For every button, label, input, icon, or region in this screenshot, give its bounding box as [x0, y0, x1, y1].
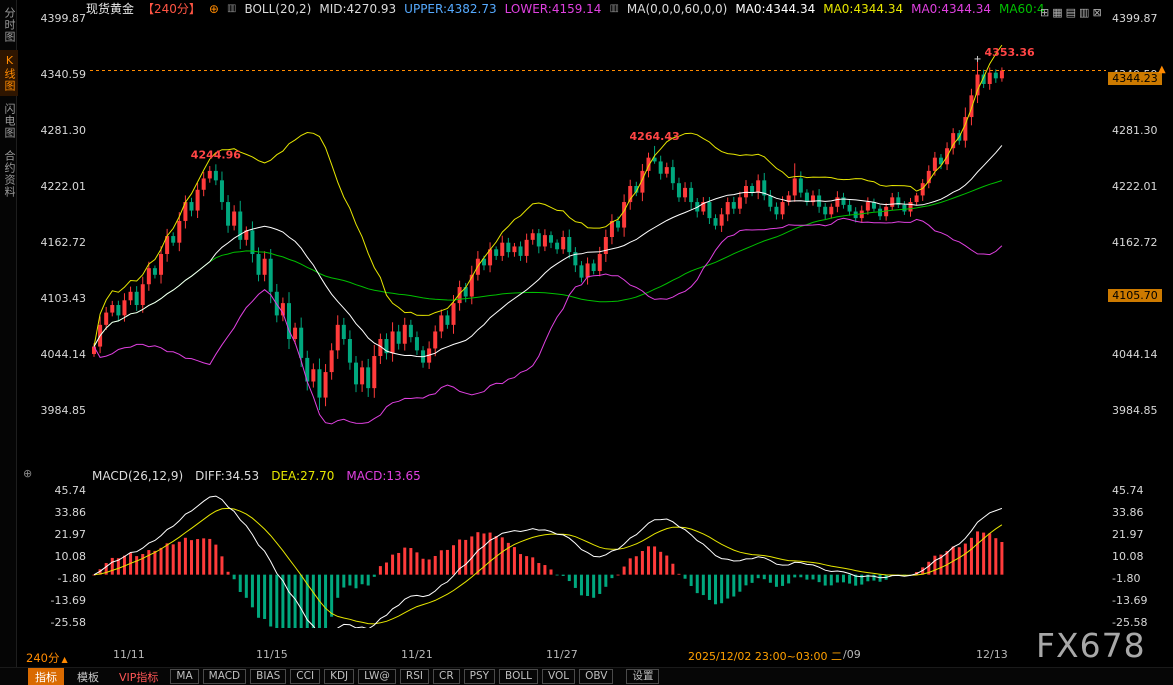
boll-upper-value: UPPER:4382.73 — [404, 2, 496, 16]
period-label: 240分 — [26, 651, 59, 665]
indicator-button-kdj[interactable]: KDJ — [324, 669, 354, 684]
x-axis-label: 2025/12/02 23:00~03:00 二 — [688, 648, 842, 664]
svg-text:3984.85: 3984.85 — [1112, 404, 1158, 417]
svg-text:4399.87: 4399.87 — [41, 12, 87, 25]
svg-text:4103.43: 4103.43 — [41, 292, 87, 305]
bottom-tab[interactable]: VIP指标 — [112, 668, 165, 685]
svg-text:4281.30: 4281.30 — [41, 124, 87, 137]
last-price-badge: 4344.23 — [1108, 72, 1162, 85]
ma-value: MA0:4344.34 — [823, 2, 903, 16]
svg-text:4222.01: 4222.01 — [1112, 180, 1158, 193]
indicator-button-ma[interactable]: MA — [170, 669, 198, 684]
svg-text:-25.58: -25.58 — [51, 616, 86, 629]
x-axis-label: /09 — [843, 648, 861, 661]
panel-toggle-icon[interactable]: ⊕ — [23, 467, 32, 480]
svg-text:4044.14: 4044.14 — [1112, 348, 1158, 361]
top-bar: 现货黄金 【240分】 ⊕ ▥ BOLL(20,2) MID:4270.93 U… — [86, 0, 1053, 17]
secondary-price-badge: 4105.70 — [1108, 289, 1162, 302]
indicator-buttons: MA MACD BIAS CCI KDJ LW@ RSI CR PSY BOLL VOL OBV — [170, 669, 613, 684]
svg-text:4281.30: 4281.30 — [1112, 124, 1158, 137]
svg-text:4264.43: 4264.43 — [630, 130, 680, 143]
x-axis-label: 11/15 — [256, 648, 288, 661]
layout-columns-icon[interactable]: ▥ — [1079, 6, 1089, 19]
period-arrow-icon: ▲ — [61, 655, 67, 664]
macd-dea-value: DEA:27.70 — [271, 469, 334, 483]
symbol-action-icon[interactable]: ⊕ — [209, 2, 219, 16]
macd-legend: MACD(26,12,9) DIFF:34.53 DEA:27.70 MACD:… — [92, 469, 421, 483]
x-axis-label: 11/11 — [113, 648, 145, 661]
symbol-name: 现货黄金 — [86, 0, 134, 17]
indicator-button-cr[interactable]: CR — [433, 669, 460, 684]
svg-text:10.08: 10.08 — [55, 550, 87, 563]
svg-text:4162.72: 4162.72 — [1112, 236, 1158, 249]
symbol-period: 【240分】 — [142, 0, 201, 17]
x-axis: 11/11 11/15 11/21 11/27 2025/12/02 23:00~03:… — [0, 648, 1173, 662]
sidebar-item-2[interactable]: 闪电图 — [0, 99, 18, 143]
sidebar-item-0[interactable]: 分时图 — [0, 3, 18, 47]
close-panel-icon[interactable]: ⊠ — [1092, 6, 1101, 19]
svg-text:4244.96: 4244.96 — [191, 148, 241, 161]
svg-text:-13.69: -13.69 — [51, 594, 86, 607]
ma-toggle-icon[interactable]: ▥ — [609, 3, 618, 14]
ma-value: MA0:4344.34 — [735, 2, 815, 16]
boll-toggle-icon[interactable]: ▥ — [227, 3, 236, 14]
svg-text:10.08: 10.08 — [1112, 550, 1144, 563]
svg-text:-13.69: -13.69 — [1112, 594, 1147, 607]
indicator-button-boll[interactable]: BOLL — [499, 669, 538, 684]
svg-text:4340.59: 4340.59 — [41, 68, 87, 81]
svg-text:21.97: 21.97 — [55, 528, 87, 541]
sidebar-item-3[interactable]: 合约资料 — [0, 146, 18, 202]
svg-text:-1.80: -1.80 — [1112, 572, 1140, 585]
boll-mid-value: MID:4270.93 — [319, 2, 396, 16]
indicator-button-rsi[interactable]: RSI — [400, 669, 429, 684]
x-axis-label: 11/27 — [546, 648, 578, 661]
svg-text:21.97: 21.97 — [1112, 528, 1144, 541]
ma-value: MA60:4 — [999, 2, 1045, 16]
svg-text:33.86: 33.86 — [1112, 506, 1144, 519]
boll-lower-value: LOWER:4159.14 — [505, 2, 602, 16]
sidebar-item-1[interactable]: K线图 — [0, 50, 18, 96]
macd-hist-value: MACD:13.65 — [346, 469, 420, 483]
indicator-button-obv[interactable]: OBV — [579, 669, 613, 684]
ma-values: MA0:4344.34 MA0:4344.34 MA0:4344.34 MA60:4 — [735, 2, 1052, 16]
app-window: 4399.874399.874340.594340.594281.304281.… — [0, 0, 1173, 685]
bottom-tab[interactable]: 指标 — [28, 668, 64, 685]
macd-diff-value: DIFF:34.53 — [195, 469, 259, 483]
indicator-button-psy[interactable]: PSY — [464, 669, 495, 684]
layout-multi-icon[interactable]: ▦ — [1052, 6, 1062, 19]
svg-text:4044.14: 4044.14 — [41, 348, 87, 361]
sidebar: 分时图 K线图闪电图合约资料 — [0, 0, 17, 685]
x-axis-label: 12/13 — [976, 648, 1008, 661]
window-controls: ⊞▦ ▤▥⊠ — [1040, 1, 1105, 20]
svg-text:4353.36: 4353.36 — [985, 46, 1035, 59]
svg-text:-1.80: -1.80 — [58, 572, 86, 585]
svg-text:45.74: 45.74 — [55, 484, 87, 497]
bottom-tabs: 指标模板 VIP指标 — [28, 668, 165, 685]
period-selector[interactable]: 240分▲ — [26, 650, 68, 666]
indicator-button-lw@[interactable]: LW@ — [358, 669, 396, 684]
candlestick-chart[interactable]: 4399.874399.874340.594340.594281.304281.… — [0, 0, 1173, 685]
layout-grid-icon[interactable]: ⊞ — [1040, 6, 1049, 19]
go-to-latest-icon[interactable]: ▲ — [1158, 64, 1166, 75]
x-axis-label: 11/21 — [401, 648, 433, 661]
svg-text:4222.01: 4222.01 — [41, 180, 87, 193]
svg-text:4399.87: 4399.87 — [1112, 12, 1158, 25]
svg-text:4162.72: 4162.72 — [41, 236, 87, 249]
bottom-tab[interactable]: 模板 — [70, 668, 106, 685]
ma-value: MA0:4344.34 — [911, 2, 991, 16]
svg-text:3984.85: 3984.85 — [41, 404, 87, 417]
bottom-toolbar: 指标模板 VIP指标 MA MACD BIAS CCI KDJ LW@ RSI CR PSY BOL… — [0, 667, 1173, 685]
indicator-button-cci[interactable]: CCI — [290, 669, 320, 684]
settings-button[interactable]: 设置 — [626, 669, 659, 684]
indicator-button-bias[interactable]: BIAS — [250, 669, 286, 684]
svg-text:33.86: 33.86 — [55, 506, 87, 519]
boll-label: BOLL(20,2) — [244, 2, 311, 16]
indicator-button-macd[interactable]: MACD — [203, 669, 246, 684]
ma-label: MA(0,0,0,60,0,0) — [627, 2, 727, 16]
indicator-button-vol[interactable]: VOL — [542, 669, 575, 684]
svg-text:45.74: 45.74 — [1112, 484, 1144, 497]
layout-rows-icon[interactable]: ▤ — [1066, 6, 1076, 19]
macd-name: MACD(26,12,9) — [92, 469, 183, 483]
